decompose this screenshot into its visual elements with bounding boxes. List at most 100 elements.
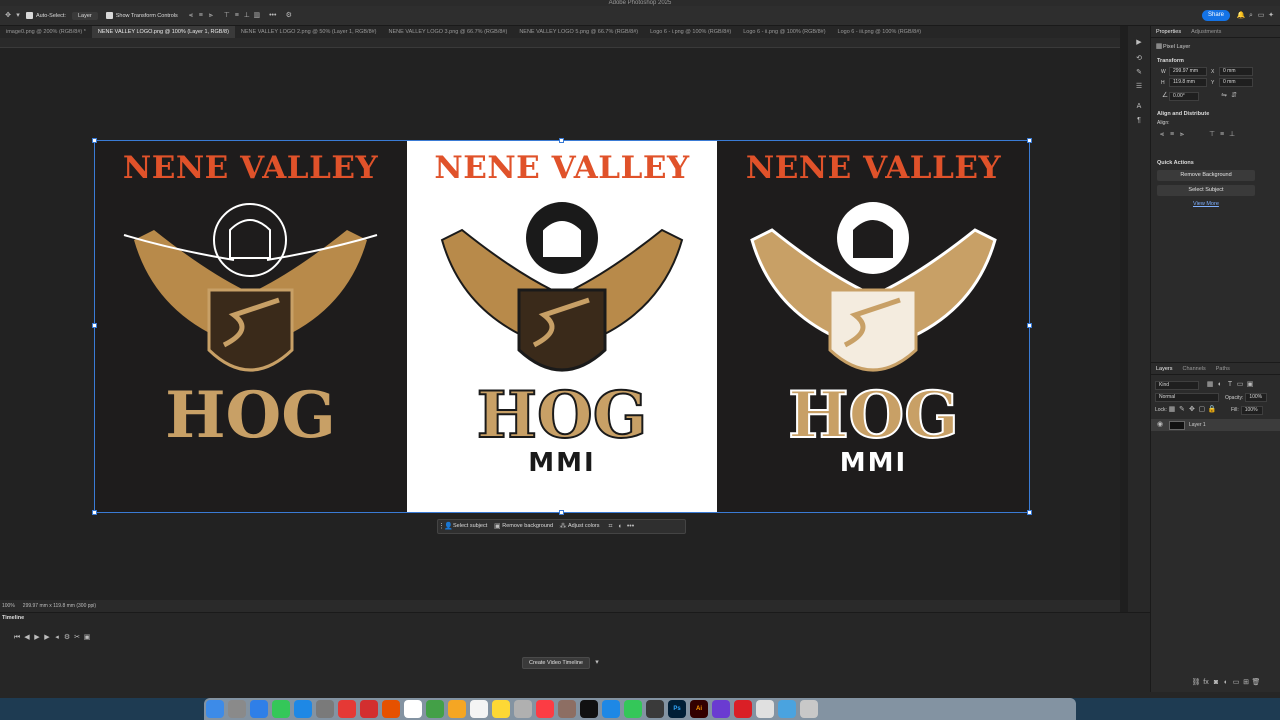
adjustment-icon[interactable]: ◐ (1221, 678, 1231, 688)
align-top-icon[interactable]: ⊤ (1207, 130, 1217, 140)
align-distribute-title[interactable]: Align and Distribute (1157, 111, 1274, 117)
prev-frame-icon[interactable]: ◀ (22, 633, 32, 643)
transition-icon[interactable]: ▣ (82, 633, 92, 643)
tab-nene-valley-logo-5[interactable]: NENE VALLEY LOGO 5.png @ 66.7% (RGB/8#) (513, 26, 644, 38)
next-frame-icon[interactable]: ▶ (42, 633, 52, 643)
align-right-icon[interactable]: ⫸ (1177, 130, 1187, 140)
tab-image0[interactable]: image0.png @ 200% (RGB/8#) * (0, 26, 92, 38)
notes-icon[interactable] (492, 700, 510, 718)
kind-filter[interactable]: Kind (1155, 380, 1199, 390)
align-bottom-icon[interactable]: ⊥ (242, 11, 252, 21)
transform-handle[interactable] (559, 138, 564, 143)
align-left-icon[interactable]: ⫷ (186, 11, 196, 21)
align-right-icon[interactable]: ⫸ (206, 11, 216, 21)
app-store-icon[interactable] (602, 700, 620, 718)
selection-bounding-box[interactable] (94, 140, 1030, 513)
lock-brush-icon[interactable]: ✎ (1177, 405, 1187, 415)
settings-icon[interactable]: ⚙ (62, 633, 72, 643)
bell-icon[interactable]: 🔔 (1236, 11, 1246, 21)
auto-select-checkbox[interactable] (26, 12, 33, 19)
flip-vertical-icon[interactable]: ⇵ (1229, 91, 1239, 101)
music-icon[interactable] (536, 700, 554, 718)
create-video-timeline-button[interactable]: Create Video Timeline (522, 657, 590, 669)
safari-icon[interactable] (294, 700, 312, 718)
transform-handle[interactable] (559, 510, 564, 515)
reminders-icon[interactable] (470, 700, 488, 718)
lightbulb-icon[interactable]: ✦ (1266, 11, 1276, 21)
canvas-area[interactable]: NENE VALLEY HOG NENE VALLEY HOG MMI NENE… (0, 48, 1120, 609)
transform-handle[interactable] (1027, 510, 1032, 515)
duckduckgo-icon[interactable] (382, 700, 400, 718)
tab-nene-valley-logo-2[interactable]: NENE VALLEY LOGO 2.png @ 50% (Layer 1, R… (235, 26, 383, 38)
maps-icon[interactable] (426, 700, 444, 718)
opera-icon[interactable] (360, 700, 378, 718)
adjust-colors-button[interactable]: Adjust colors (567, 520, 606, 533)
x-field[interactable]: 0 mm (1219, 67, 1253, 76)
document-info[interactable]: 299.97 mm x 119.8 mm (300 ppi) (23, 600, 96, 612)
mail-icon[interactable] (250, 700, 268, 718)
browser-icon[interactable] (646, 700, 664, 718)
fx-icon[interactable]: fx (1201, 678, 1211, 688)
downloads-folder-icon[interactable] (778, 700, 796, 718)
play-icon[interactable]: ▶ (32, 633, 42, 643)
search-icon[interactable]: ⌕ (1246, 11, 1256, 21)
settings-icon[interactable] (316, 700, 334, 718)
align-bottom-icon[interactable]: ⊥ (1227, 130, 1237, 140)
transform-checkbox[interactable] (105, 12, 113, 19)
imovie-icon[interactable] (712, 700, 730, 718)
blend-mode-select[interactable]: Normal (1155, 393, 1219, 402)
remove-background-button[interactable]: Remove background (501, 520, 559, 533)
trash-icon[interactable]: 🗑 (1251, 678, 1261, 688)
mask-icon[interactable]: ◙ (1211, 678, 1221, 688)
tab-layers[interactable]: Layers (1151, 363, 1178, 375)
eye-icon[interactable]: ◉ (1155, 420, 1165, 430)
link-icon[interactable]: ⛓ (1191, 678, 1201, 688)
opacity-field[interactable]: 100% (1245, 393, 1268, 402)
archive-icon[interactable] (558, 700, 576, 718)
transform-icon[interactable]: ⌗ (606, 522, 616, 532)
zoom-level[interactable]: 100% (2, 600, 15, 612)
more-icon[interactable]: ••• (268, 11, 278, 21)
apple-tv-icon[interactable] (580, 700, 598, 718)
transform-handle[interactable] (92, 138, 97, 143)
facetime-icon[interactable] (624, 700, 642, 718)
distribute-icon[interactable]: ▥ (252, 11, 262, 21)
chevron-down-icon[interactable]: ▾ (13, 11, 23, 21)
creative-cloud-icon[interactable] (734, 700, 752, 718)
height-field[interactable]: 119.8 mm (1169, 78, 1207, 87)
lock-artboard-icon[interactable]: ▢ (1197, 405, 1207, 415)
transform-handle[interactable] (92, 323, 97, 328)
align-center-icon[interactable]: ≡ (196, 11, 206, 21)
move-tool-icon[interactable]: ✥ (3, 11, 13, 21)
new-layer-icon[interactable]: ⊞ (1241, 678, 1251, 688)
preview-icon[interactable] (514, 700, 532, 718)
align-left-icon[interactable]: ⫷ (1157, 130, 1167, 140)
tab-adjustments[interactable]: Adjustments (1186, 26, 1226, 38)
share-button[interactable]: Share (1201, 10, 1230, 21)
photos-icon[interactable] (448, 700, 466, 718)
lock-icon[interactable]: 🔒 (1207, 405, 1217, 415)
folder-icon[interactable]: ▭ (1231, 678, 1241, 688)
photoshop-icon[interactable]: Ps (668, 700, 686, 718)
width-field[interactable]: 299.97 mm (1169, 67, 1207, 76)
remove-background-button[interactable]: Remove Background (1157, 170, 1255, 181)
filter-type-icon[interactable]: T (1225, 380, 1235, 390)
gear-icon[interactable]: ⚙ (284, 11, 294, 21)
textedit-icon[interactable] (756, 700, 774, 718)
y-field[interactable]: 0 mm (1219, 78, 1253, 87)
filter-smart-icon[interactable]: ▣ (1245, 380, 1255, 390)
brush-icon[interactable]: ✎ (1134, 68, 1144, 78)
workspace-icon[interactable]: ▭ (1256, 11, 1266, 21)
audio-icon[interactable]: ◂ (52, 633, 62, 643)
messages-icon[interactable] (272, 700, 290, 718)
tab-logo-6-iii[interactable]: Logo 6 - iii.png @ 100% (RGB/8#) (832, 26, 928, 38)
view-more-link[interactable]: View More (1193, 201, 1280, 207)
character-icon[interactable]: A (1134, 102, 1144, 112)
tab-nene-valley-logo[interactable]: NENE VALLEY LOGO.png @ 100% (Layer 1, RG… (91, 26, 235, 38)
transform-handle[interactable] (1027, 138, 1032, 143)
select-subject-button[interactable]: Select subject (452, 520, 493, 533)
lock-move-icon[interactable]: ✥ (1187, 405, 1197, 415)
first-frame-icon[interactable]: ⏮ (12, 633, 22, 643)
tab-paths[interactable]: Paths (1211, 363, 1235, 375)
split-icon[interactable]: ✂ (72, 633, 82, 643)
